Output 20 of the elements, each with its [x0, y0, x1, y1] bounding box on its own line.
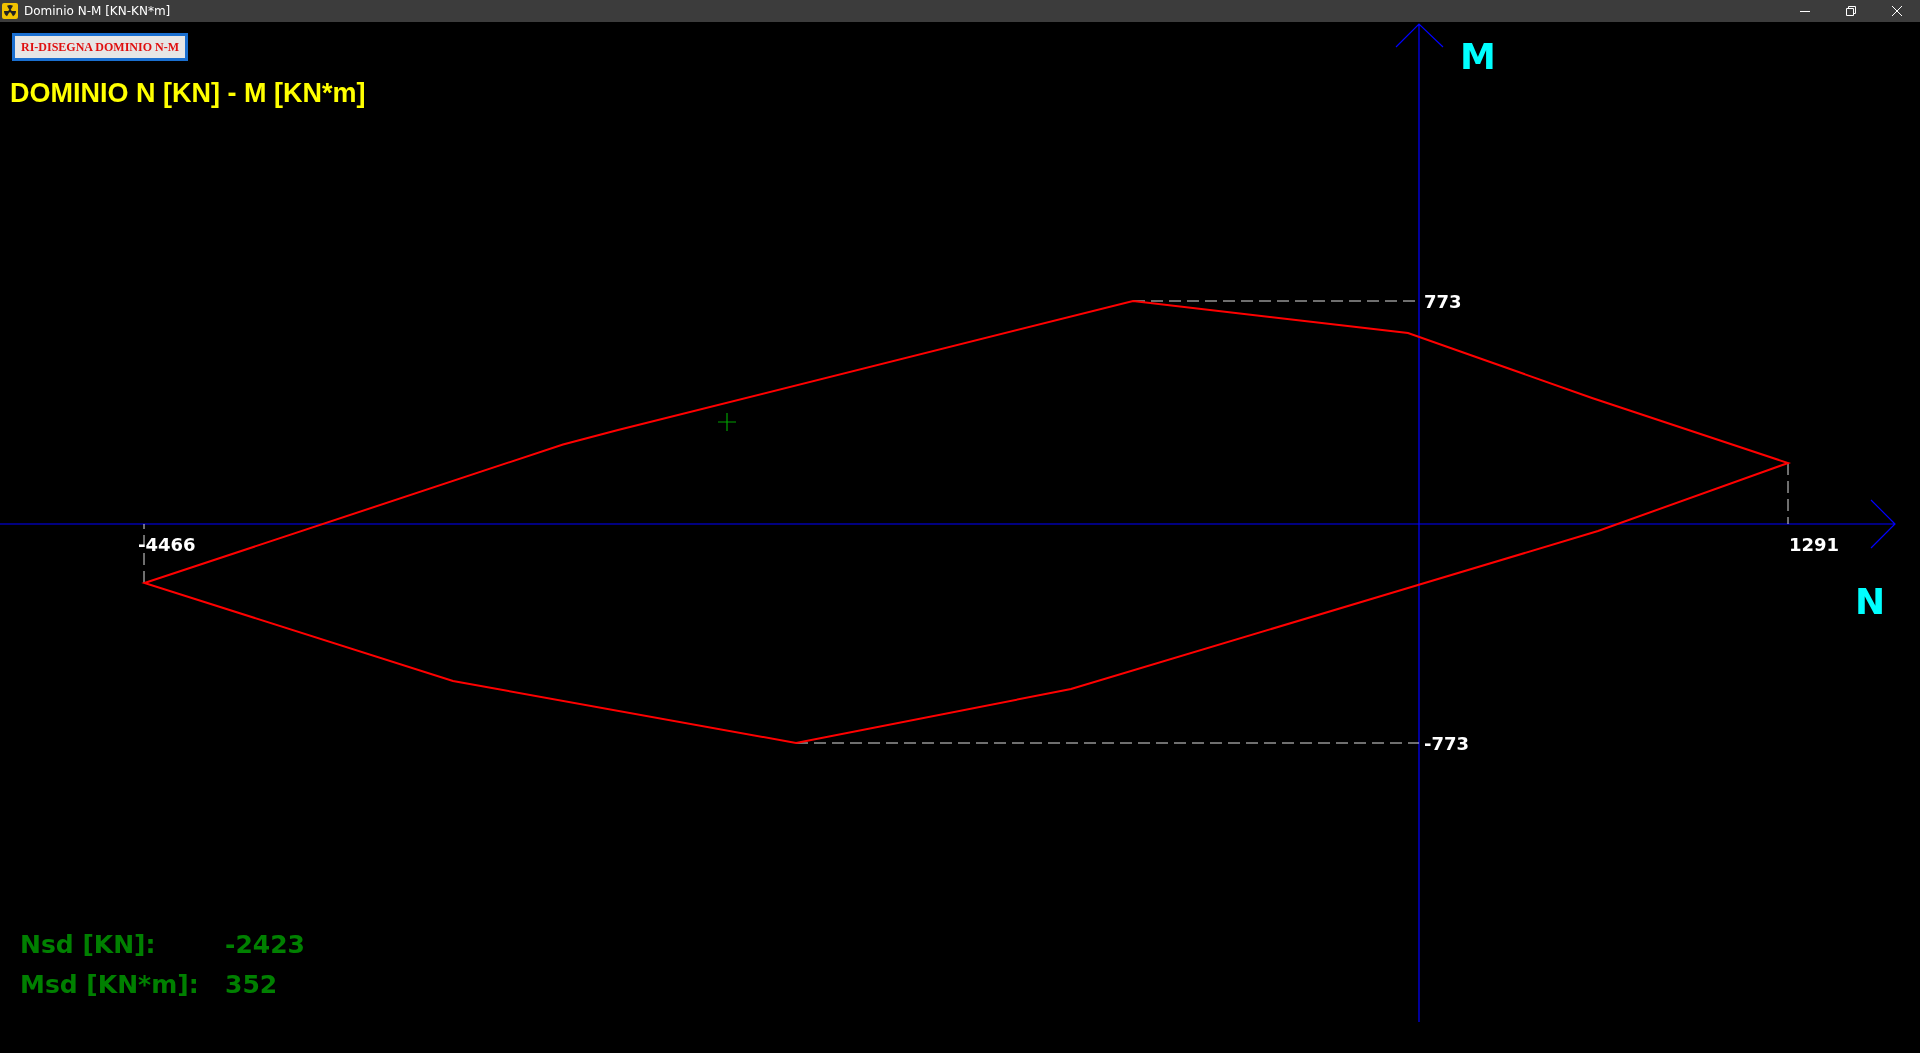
axis-value-label: -4466 [138, 533, 196, 555]
redraw-domain-button[interactable]: RI-DISEGNA DOMINIO N-M [12, 33, 188, 61]
restore-icon [1846, 6, 1856, 16]
readout-label: Nsd [KN]: [20, 929, 156, 959]
m-axis-label: M [1460, 35, 1496, 77]
n-axis-label: N [1855, 580, 1886, 622]
n-min-dashed-line [143, 523, 145, 584]
n-max-dashed-line [1787, 462, 1789, 525]
radiation-icon [2, 3, 18, 19]
axis-value-label: -773 [1424, 732, 1470, 754]
design-point-cross [717, 412, 737, 432]
axis-value-label: 773 [1424, 290, 1462, 312]
axis-value-label: 1291 [1789, 533, 1840, 555]
close-icon [1892, 6, 1902, 16]
readout-value: -2423 [225, 929, 305, 959]
window-title: Dominio N-M [KN-KN*m] [24, 4, 172, 18]
chart-title: DOMINIO N [KN] - M [KN*m] [10, 77, 366, 109]
readout-value: 352 [225, 969, 278, 999]
minimize-icon [1800, 10, 1810, 12]
readout-label: Msd [KN*m]: [20, 969, 199, 999]
